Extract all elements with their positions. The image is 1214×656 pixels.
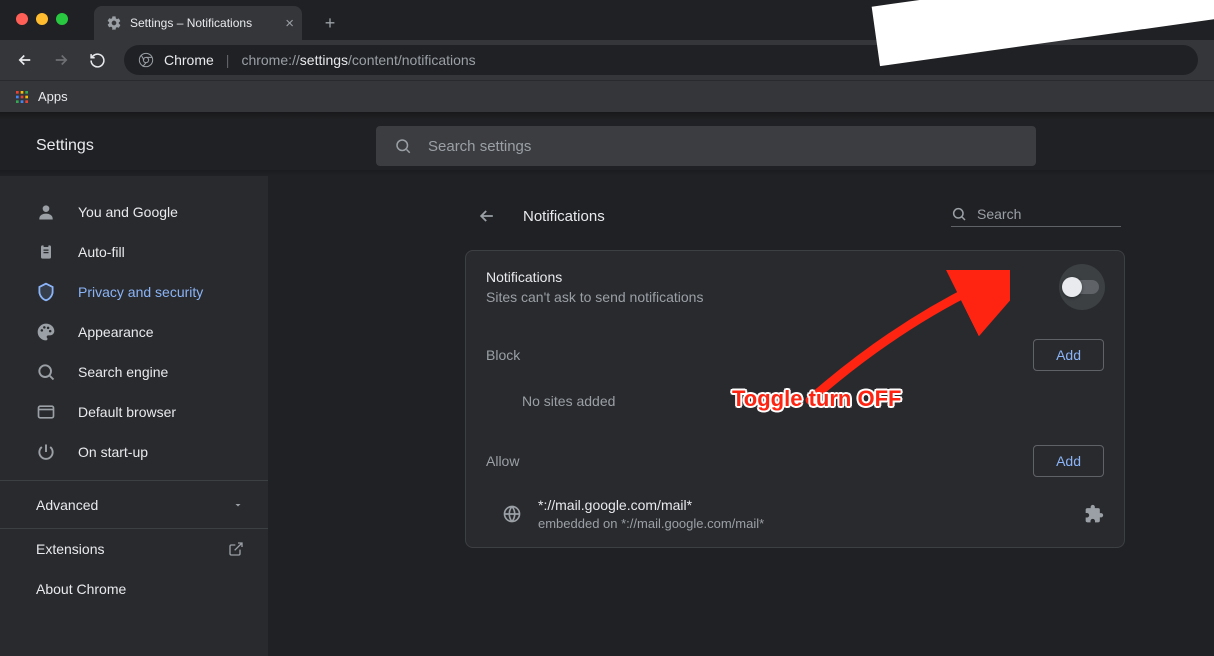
forward-button — [46, 45, 76, 75]
arrow-left-icon — [477, 206, 497, 226]
browser-tab[interactable]: Settings – Notifications × — [94, 6, 302, 40]
sidebar-item-privacy[interactable]: Privacy and security — [0, 272, 268, 312]
allow-label: Allow — [486, 453, 519, 469]
url-rest: /content/notifications — [348, 52, 476, 68]
toggle-track — [1065, 280, 1099, 294]
site-pattern: *://mail.google.com/mail* — [538, 497, 764, 513]
panel-title: Notifications — [523, 208, 933, 225]
extension-icon — [1084, 504, 1104, 524]
sidebar-item-autofill[interactable]: Auto-fill — [0, 232, 268, 272]
arrow-left-icon — [16, 51, 34, 69]
minimize-window[interactable] — [36, 13, 48, 25]
sidebar-item-default-browser[interactable]: Default browser — [0, 392, 268, 432]
window: Settings – Notifications × + Chrome | ch… — [0, 0, 1214, 656]
settings-header: Settings Search settings — [0, 118, 1214, 174]
clipboard-icon — [36, 242, 56, 262]
url-prefix: chrome:// — [241, 52, 299, 68]
maximize-window[interactable] — [56, 13, 68, 25]
advanced-label: Advanced — [36, 497, 98, 513]
apps-icon[interactable] — [14, 89, 30, 105]
search-icon — [36, 362, 56, 382]
notifications-title: Notifications — [486, 269, 703, 285]
close-tab-icon[interactable]: × — [285, 16, 294, 31]
allow-header: Allow Add — [466, 429, 1124, 487]
search-icon — [951, 206, 967, 222]
new-tab-button[interactable]: + — [316, 9, 344, 37]
search-icon — [394, 137, 412, 155]
notifications-toggle[interactable] — [1060, 265, 1104, 309]
toolbar: Chrome | chrome://settings/content/notif… — [0, 40, 1214, 80]
about-label: About Chrome — [36, 581, 126, 597]
allow-item[interactable]: *://mail.google.com/mail* embedded on *:… — [466, 487, 1124, 547]
power-icon — [36, 442, 56, 462]
window-controls — [0, 0, 84, 25]
main: Notifications Search Notifications Sites… — [268, 176, 1214, 656]
reload-button[interactable] — [82, 45, 112, 75]
sidebar-item-label: You and Google — [78, 204, 178, 220]
chrome-icon — [138, 52, 154, 68]
allow-add-button[interactable]: Add — [1033, 445, 1104, 477]
settings-title: Settings — [36, 137, 356, 155]
sidebar-about[interactable]: About Chrome — [0, 569, 268, 609]
sidebar-extensions[interactable]: Extensions — [0, 529, 268, 569]
block-header: Block Add — [466, 323, 1124, 381]
site-embedded: embedded on *://mail.google.com/mail* — [538, 516, 764, 531]
sidebar-item-label: Default browser — [78, 404, 176, 420]
gear-icon — [106, 15, 122, 31]
back-button[interactable] — [10, 45, 40, 75]
search-settings[interactable]: Search settings — [376, 126, 1036, 166]
shield-icon — [36, 282, 56, 302]
apps-label[interactable]: Apps — [38, 89, 68, 104]
arrow-right-icon — [52, 51, 70, 69]
url-scheme: Chrome — [164, 52, 214, 68]
sidebar-item-label: Appearance — [78, 324, 154, 340]
panel-header: Notifications Search — [465, 188, 1125, 244]
content: You and Google Auto-fill Privacy and sec… — [0, 176, 1214, 656]
sidebar-item-startup[interactable]: On start-up — [0, 432, 268, 472]
search-placeholder: Search settings — [428, 138, 531, 155]
tab-title: Settings – Notifications — [130, 16, 252, 30]
chevron-down-icon — [232, 499, 244, 511]
close-window[interactable] — [16, 13, 28, 25]
person-icon — [36, 202, 56, 222]
toggle-thumb — [1062, 277, 1082, 297]
address-bar[interactable]: Chrome | chrome://settings/content/notif… — [124, 45, 1198, 75]
tab-strip: Settings – Notifications × + — [94, 0, 344, 40]
block-add-button[interactable]: Add — [1033, 339, 1104, 371]
url-bold: settings — [300, 52, 348, 68]
external-link-icon — [228, 541, 244, 557]
bookmarks-bar: Apps — [0, 80, 1214, 112]
sidebar-item-label: Privacy and security — [78, 284, 203, 300]
sidebar-item-you-and-google[interactable]: You and Google — [0, 192, 268, 232]
sidebar-list: You and Google Auto-fill Privacy and sec… — [0, 184, 268, 481]
notifications-row: Notifications Sites can't ask to send no… — [466, 251, 1124, 323]
browser-icon — [36, 402, 56, 422]
annotation-text: Toggle turn OFF — [732, 386, 901, 412]
extensions-label: Extensions — [36, 541, 104, 557]
url-separator: | — [226, 52, 230, 68]
sidebar-advanced[interactable]: Advanced — [0, 481, 268, 529]
panel: Notifications Search Notifications Sites… — [465, 188, 1125, 656]
panel-back-button[interactable] — [469, 198, 505, 234]
reload-icon — [89, 52, 106, 69]
panel-search[interactable]: Search — [951, 206, 1121, 227]
sidebar-footer: Extensions About Chrome — [0, 529, 268, 609]
sidebar-item-label: Auto-fill — [78, 244, 125, 260]
sidebar-item-label: On start-up — [78, 444, 148, 460]
panel-search-label: Search — [977, 206, 1021, 222]
sidebar-item-search-engine[interactable]: Search engine — [0, 352, 268, 392]
globe-icon — [502, 504, 522, 524]
palette-icon — [36, 322, 56, 342]
notifications-sub: Sites can't ask to send notifications — [486, 289, 703, 305]
sidebar-item-appearance[interactable]: Appearance — [0, 312, 268, 352]
sidebar: You and Google Auto-fill Privacy and sec… — [0, 176, 268, 656]
block-label: Block — [486, 347, 520, 363]
sidebar-item-label: Search engine — [78, 364, 168, 380]
